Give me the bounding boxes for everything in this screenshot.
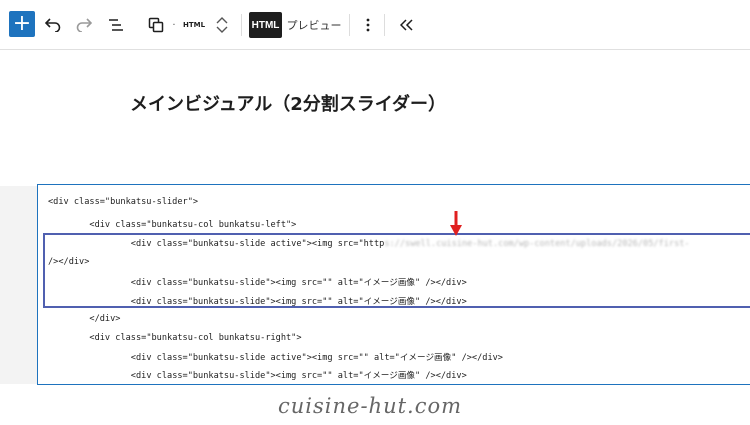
add-block-button[interactable]: + [9,11,35,37]
html-mode-button[interactable]: HTML [249,12,282,38]
redo-icon [76,18,92,32]
redo-button[interactable] [71,12,97,38]
html-code-editor[interactable]: <div class="bunkatsu-slider"> <div class… [37,184,750,385]
list-view-button[interactable] [103,12,129,38]
page-title[interactable]: メインビジュアル（2分割スライダー） [130,90,446,116]
toolbar-divider [349,14,350,36]
undo-button[interactable] [40,12,66,38]
code-line[interactable]: <div class="bunkatsu-slider"> [48,197,198,207]
blurred-url: s://swell.cuisine-hut.com/wp-content/upl… [384,239,690,249]
preview-button[interactable]: プレビュー [286,12,342,38]
separator-dot: · [172,19,176,31]
toolbar-divider [241,14,242,36]
more-options-button[interactable] [359,12,377,38]
block-mover[interactable] [214,8,230,42]
toolbar-divider [384,14,385,36]
chevron-double-left-icon [400,19,413,31]
code-line[interactable]: <div class="bunkatsu-col bunkatsu-left"> [48,220,296,230]
chevron-up-icon[interactable] [216,15,228,25]
code-line[interactable]: </div> [48,314,120,324]
undo-icon [45,18,61,32]
watermark: cuisine-hut.com [278,394,463,418]
code-line[interactable]: <div class="bunkatsu-slide"><img src="" … [48,369,467,381]
editor-toolbar: + · HTML HTML プレビュー [0,0,750,50]
code-line[interactable]: <div class="bunkatsu-slide active"><img … [48,239,690,249]
code-line[interactable]: <div class="bunkatsu-slide"><img src="" … [48,295,467,307]
more-vertical-icon [366,18,370,32]
list-view-icon [109,19,123,31]
chevron-down-icon[interactable] [216,25,228,35]
block-type-label[interactable]: HTML [181,12,207,38]
code-line[interactable]: /></div> [48,257,89,267]
code-line[interactable]: <div class="bunkatsu-col bunkatsu-right"… [48,333,301,343]
duplicate-button[interactable] [143,12,169,38]
collapse-toolbar-button[interactable] [394,12,420,38]
code-gutter [0,186,37,384]
code-line[interactable]: <div class="bunkatsu-slide active"><img … [48,351,503,363]
red-arrow-icon [450,211,462,236]
plus-icon: + [12,11,32,36]
code-line[interactable]: <div class="bunkatsu-slide"><img src="" … [48,276,467,288]
duplicate-icon [148,17,164,33]
